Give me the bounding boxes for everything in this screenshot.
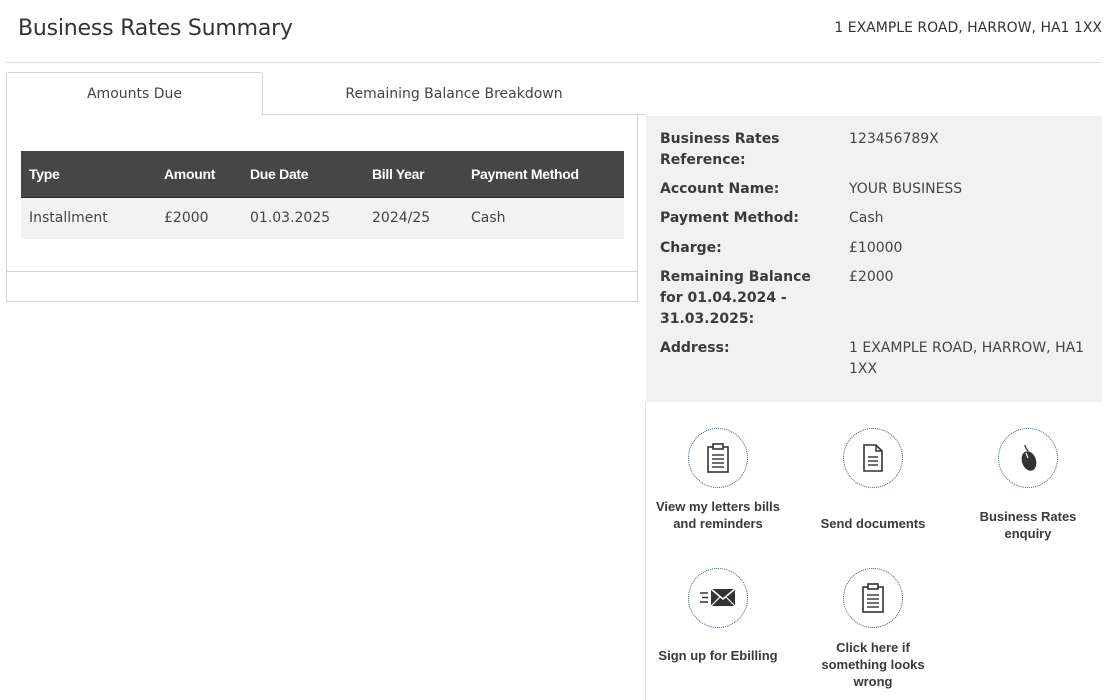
cell-amount: £2000 xyxy=(164,210,209,227)
reference-label: Business Rates Reference: xyxy=(660,131,780,168)
page-title: Business Rates Summary xyxy=(18,16,293,41)
sign-up-ebilling-button[interactable]: Sign up for Ebilling xyxy=(653,568,783,684)
column-header-due-date: Due Date xyxy=(250,165,309,182)
table-row: Installment £2000 01.03.2025 2024/25 Cas… xyxy=(21,197,624,239)
column-header-type: Type xyxy=(29,165,60,182)
column-header-payment-method: Payment Method xyxy=(471,165,579,182)
business-rates-enquiry-label: Business Rates enquiry xyxy=(979,509,1077,541)
address-value: 1 EXAMPLE ROAD, HARROW, HA1 1XX xyxy=(849,340,1085,377)
cell-payment-method: Cash xyxy=(471,210,506,227)
panel-divider xyxy=(6,271,638,272)
cell-type: Installment xyxy=(29,210,108,227)
sign-up-ebilling-label: Sign up for Ebilling xyxy=(658,648,778,663)
account-summary-panel: Business Rates Reference: 123456789X Acc… xyxy=(646,116,1102,402)
view-letters-button[interactable]: View my letters bills and reminders xyxy=(653,428,783,552)
header-divider xyxy=(6,62,1101,63)
clipboard-icon xyxy=(843,568,903,628)
account-name-value: YOUR BUSINESS xyxy=(849,181,963,197)
clipboard-icon xyxy=(688,428,748,488)
payment-method-label: Payment Method: xyxy=(660,210,799,226)
payment-method-value: Cash xyxy=(849,210,884,226)
charge-label: Charge: xyxy=(660,240,722,256)
right-column-divider xyxy=(645,402,646,700)
send-documents-label: Send documents xyxy=(820,516,926,531)
reference-value: 123456789X xyxy=(849,131,939,147)
report-problem-button[interactable]: Click here if something looks wrong xyxy=(808,568,938,692)
mouse-icon xyxy=(998,428,1058,488)
amounts-due-table: Type Amount Due Date Bill Year Payment M… xyxy=(21,151,624,239)
view-letters-label: View my letters bills and reminders xyxy=(655,499,781,531)
charge-value: £10000 xyxy=(849,240,903,256)
tab-amounts-due[interactable]: Amounts Due xyxy=(6,72,263,115)
column-header-bill-year: Bill Year xyxy=(372,165,425,182)
tab-remaining-balance-breakdown[interactable]: Remaining Balance Breakdown xyxy=(263,72,645,115)
cell-due-date: 01.03.2025 xyxy=(250,210,331,227)
tab-label: Amounts Due xyxy=(86,86,183,102)
remaining-balance-label: Remaining Balance for 01.04.2024 - 31.03… xyxy=(660,269,811,327)
table-header-row: Type Amount Due Date Bill Year Payment M… xyxy=(21,151,624,197)
business-rates-enquiry-button[interactable]: Business Rates enquiry xyxy=(963,428,1093,541)
column-header-amount: Amount xyxy=(164,165,216,182)
send-documents-button[interactable]: Send documents xyxy=(808,428,938,534)
remaining-balance-value: £2000 xyxy=(849,269,894,285)
cell-bill-year: 2024/25 xyxy=(372,210,431,227)
tab-label: Remaining Balance Breakdown xyxy=(345,85,563,102)
address-label: Address: xyxy=(660,340,730,356)
document-icon xyxy=(843,428,903,488)
header-address: 1 EXAMPLE ROAD, HARROW, HA1 1XX xyxy=(834,20,1102,36)
account-name-label: Account Name: xyxy=(660,181,780,197)
envelope-icon xyxy=(688,568,748,628)
report-problem-label: Click here if something looks wrong xyxy=(821,640,925,689)
